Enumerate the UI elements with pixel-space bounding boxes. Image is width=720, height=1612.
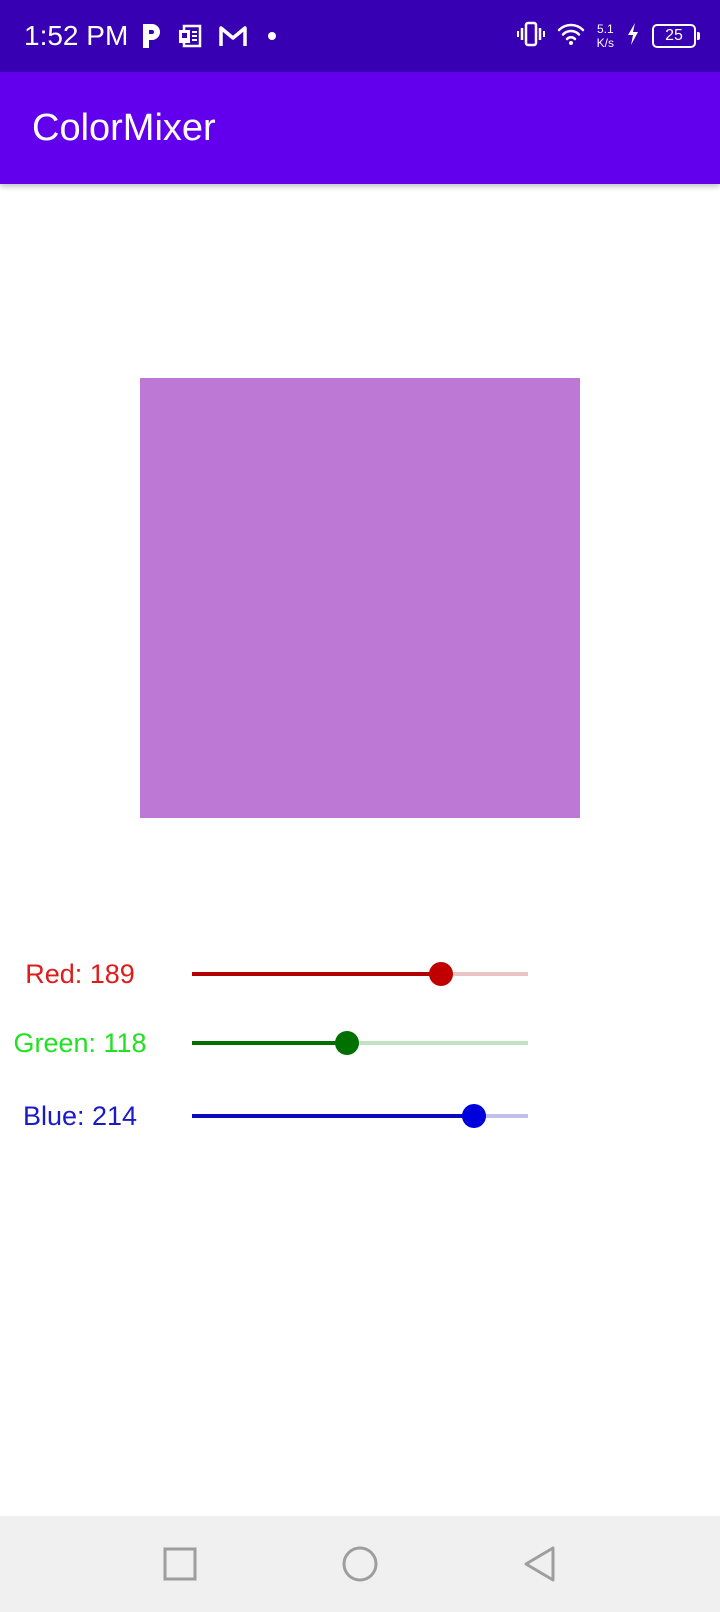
paytm-icon (140, 22, 162, 50)
back-triangle-icon (524, 1546, 555, 1582)
red-slider-row: Red: 189 (0, 944, 720, 1004)
recents-square-icon (163, 1547, 197, 1581)
vibrate-icon (516, 21, 545, 52)
status-time: 1:52 PM (24, 20, 129, 51)
color-preview (140, 378, 580, 818)
green-slider[interactable] (192, 1031, 528, 1055)
blue-slider[interactable] (192, 1104, 528, 1128)
ms-office-icon (176, 22, 204, 50)
back-button[interactable] (516, 1540, 564, 1588)
blue-slider-row: Blue: 214 (0, 1086, 720, 1146)
network-speed-value: 5.1 (596, 22, 614, 36)
recents-button[interactable] (156, 1540, 204, 1588)
charging-bolt-icon (626, 22, 640, 51)
navigation-bar (0, 1516, 720, 1612)
screen: 1:52 PM 5.1 K/s 25 ColorMixer Red: 189 G… (0, 0, 720, 1612)
red-slider[interactable] (192, 962, 528, 986)
network-speed: 5.1 K/s (597, 22, 614, 50)
green-slider-row: Green: 118 (0, 1013, 720, 1073)
battery-icon: 25 (652, 24, 700, 48)
home-circle-icon (342, 1546, 378, 1582)
green-slider-thumb[interactable] (335, 1031, 360, 1055)
status-system-icons: 5.1 K/s 25 (516, 18, 700, 54)
red-slider-fill (192, 972, 442, 976)
status-bar: 1:52 PM 5.1 K/s 25 (0, 0, 720, 72)
green-label: Green: 118 (13, 1028, 147, 1058)
wifi-icon (557, 22, 585, 51)
app-title: ColorMixer (32, 107, 216, 149)
notification-dot-icon (262, 26, 282, 46)
red-label: Red: 189 (25, 959, 135, 989)
network-speed-unit: K/s (596, 36, 614, 50)
red-slider-thumb[interactable] (429, 962, 454, 986)
status-notification-icons (140, 20, 282, 52)
blue-label: Blue: 214 (22, 1101, 138, 1131)
gmail-icon (218, 24, 248, 48)
green-slider-fill (192, 1041, 348, 1045)
blue-slider-fill (192, 1114, 474, 1118)
app-bar: ColorMixer (0, 72, 720, 184)
home-button[interactable] (336, 1540, 384, 1588)
battery-level: 25 (665, 27, 683, 44)
blue-slider-thumb[interactable] (461, 1104, 486, 1128)
